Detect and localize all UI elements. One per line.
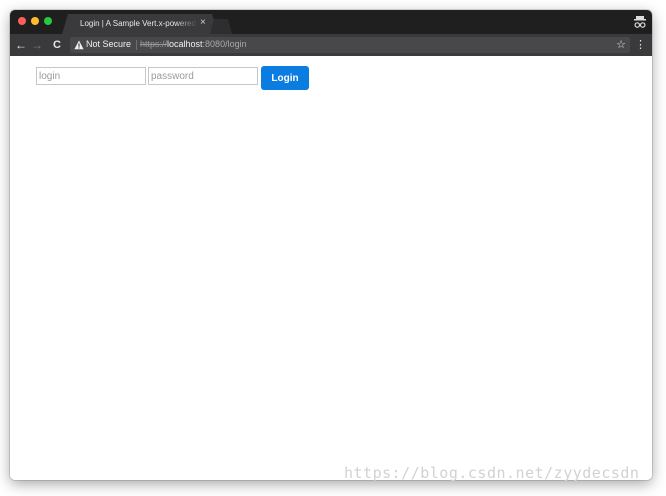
maximize-window-button[interactable]: [44, 17, 52, 25]
login-input[interactable]: [36, 67, 146, 85]
warning-triangle-icon: [74, 40, 84, 50]
address-bar[interactable]: Not Secure https://localhost:8080/login …: [70, 37, 630, 53]
password-input[interactable]: [148, 67, 258, 85]
browser-toolbar: ← → C Not Secure https://localhost:8080/…: [10, 34, 652, 56]
url-host: localhost: [167, 39, 203, 49]
url-path: :8080/login: [202, 39, 247, 49]
back-arrow-icon[interactable]: ←: [14, 38, 28, 52]
close-window-button[interactable]: [18, 17, 26, 25]
address-bar-divider: [136, 40, 137, 50]
login-button[interactable]: Login: [261, 66, 309, 90]
watermark-text: https://blog.csdn.net/zyydecsdn: [344, 464, 640, 482]
security-status-label[interactable]: Not Secure: [86, 39, 131, 49]
reload-icon[interactable]: C: [50, 38, 64, 52]
browser-window: Login | A Sample Vert.x-powered × ← → C …: [10, 10, 652, 480]
page-content: Login: [10, 56, 652, 480]
bookmark-star-icon[interactable]: ☆: [616, 38, 626, 52]
tab-title: Login | A Sample Vert.x-powered: [80, 19, 196, 28]
kebab-menu-icon[interactable]: ⋮: [635, 38, 646, 52]
forward-arrow-icon[interactable]: →: [30, 38, 44, 52]
url-scheme: https://: [140, 39, 168, 49]
tab-close-icon[interactable]: ×: [200, 17, 206, 29]
browser-tab[interactable]: Login | A Sample Vert.x-powered ×: [62, 14, 218, 34]
minimize-window-button[interactable]: [31, 17, 39, 25]
url-text[interactable]: https://localhost:8080/login: [140, 39, 247, 49]
incognito-profile-icon[interactable]: [634, 15, 646, 29]
title-bar: Login | A Sample Vert.x-powered ×: [10, 10, 652, 34]
